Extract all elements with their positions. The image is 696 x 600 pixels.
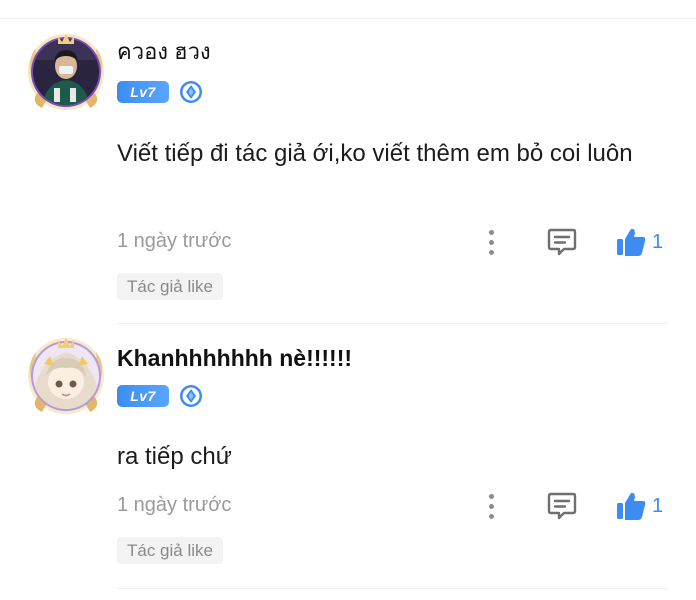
top-divider [0,18,696,19]
comment-reply-icon[interactable] [545,226,579,258]
more-vertical-icon[interactable] [479,490,503,522]
avatar-anime-girl-icon [28,338,104,414]
avatar-boy-icon [28,34,104,110]
like-button[interactable]: 1 [614,489,663,523]
comment-text: Viết tiếp đi tác giả ới,ko viết thêm em … [117,140,633,167]
comment-timestamp: 1 ngày trước [117,494,232,516]
comment-username[interactable]: Khanhhhhhhh nè!!!!!! [117,344,352,372]
comment-username[interactable]: ควอง ฮวง [117,38,211,66]
bottom-divider [118,588,668,589]
level-badge: Lv7 [117,81,169,103]
user-badges: Lv7 [117,384,203,408]
comment-text: ra tiếp chứ [117,443,232,470]
thumbs-up-icon [617,492,646,520]
sapphire-tier-icon [180,385,202,407]
comment-timestamp: 1 ngày trước [117,230,232,252]
author-liked-tag: Tác giả like [117,537,223,564]
like-count: 1 [652,494,664,517]
comment-meta-row: 1 ngày trước 1 [117,490,669,522]
thumbs-up-icon [617,228,646,256]
comment-meta-row: 1 ngày trước 1 [117,226,669,258]
like-count: 1 [652,230,664,253]
avatar[interactable] [24,334,108,418]
more-vertical-icon[interactable] [479,226,503,258]
like-button[interactable]: 1 [614,225,663,259]
author-liked-tag: Tác giả like [117,273,223,300]
comment-divider [118,323,668,324]
avatar[interactable] [24,30,108,114]
comment-reply-icon[interactable] [545,490,579,522]
sapphire-tier-icon [180,81,202,103]
level-badge: Lv7 [117,385,169,407]
user-badges: Lv7 [117,80,203,104]
